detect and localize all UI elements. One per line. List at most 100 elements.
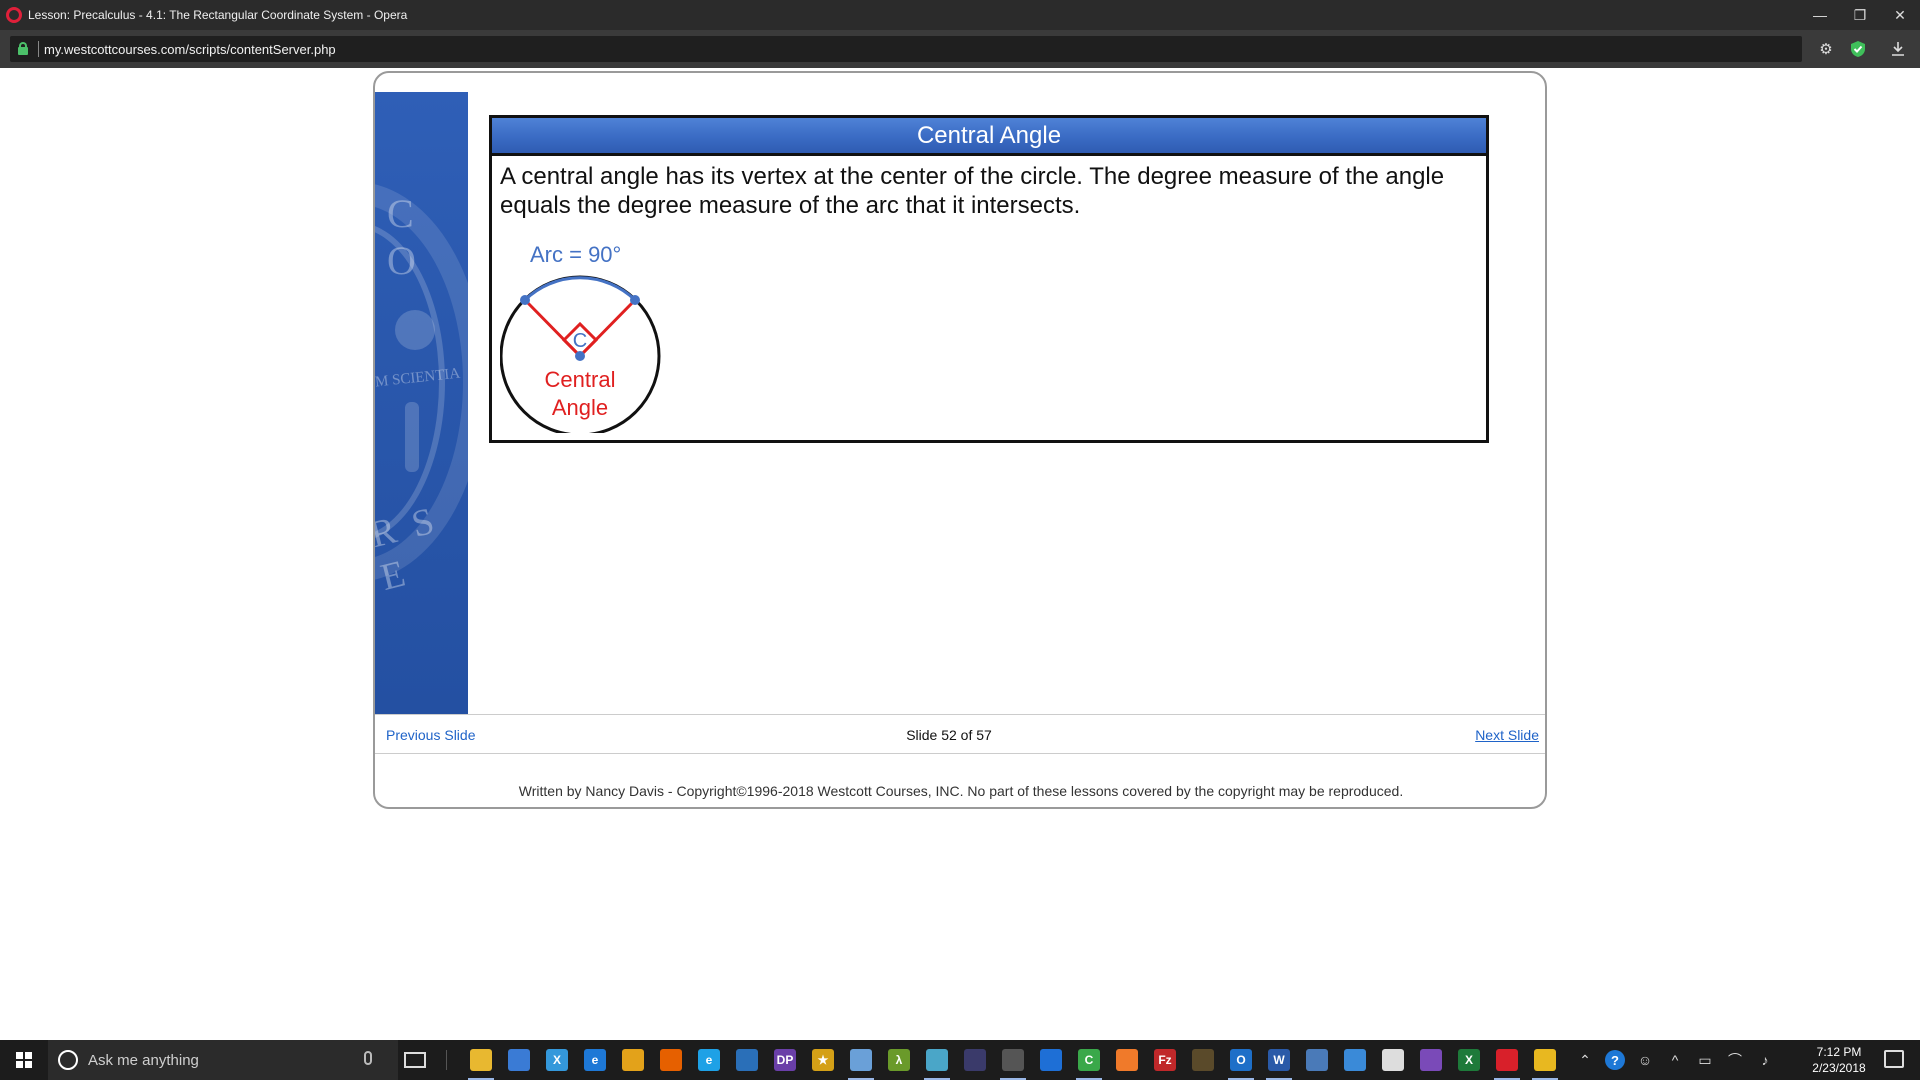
xamarin-taskbar-button[interactable]: X (538, 1040, 576, 1080)
chrome-icon (622, 1049, 644, 1071)
xampp-taskbar-button[interactable] (1108, 1040, 1146, 1080)
slide-navigation: Previous Slide Slide 52 of 57 Next Slide (375, 714, 1545, 754)
address-bar: my.westcottcourses.com/scripts/contentSe… (0, 30, 1920, 68)
next-slide-link[interactable]: Next Slide (1475, 727, 1539, 743)
sublime-icon (1192, 1049, 1214, 1071)
lock-icon (18, 42, 28, 55)
angle-label-line1: Central (545, 367, 616, 392)
opera-taskbar-button[interactable] (1488, 1040, 1526, 1080)
indie-app-icon (964, 1049, 986, 1071)
task-view-icon[interactable] (404, 1052, 426, 1068)
gear-icon[interactable]: ⚙ (1816, 39, 1836, 59)
search-placeholder: Ask me anything (88, 1052, 199, 1069)
seal-text-bottom: R S E (375, 499, 443, 599)
start-button[interactable] (0, 1040, 48, 1080)
url-field[interactable]: my.westcottcourses.com/scripts/contentSe… (10, 36, 1802, 62)
clock-date: 2/23/2018 (1812, 1061, 1866, 1075)
edge-taskbar-button[interactable]: e (576, 1040, 614, 1080)
sublime-taskbar-button[interactable] (1184, 1040, 1222, 1080)
microphone-icon[interactable] (364, 1051, 372, 1065)
notifications-icon[interactable] (1884, 1050, 1904, 1068)
center-point (575, 351, 585, 361)
visual-studio-taskbar-button[interactable] (1412, 1040, 1450, 1080)
download-icon[interactable] (1888, 39, 1908, 59)
outlook-taskbar-button[interactable]: O (1222, 1040, 1260, 1080)
volume-icon[interactable]: ♪ (1750, 1040, 1780, 1080)
minimize-button[interactable]: — (1800, 0, 1840, 30)
calculator-taskbar-button[interactable] (994, 1040, 1032, 1080)
clock[interactable]: 7:12 PM 2/23/2018 (1794, 1044, 1884, 1076)
indie-app-taskbar-button[interactable] (956, 1040, 994, 1080)
chrome-taskbar-button[interactable] (614, 1040, 652, 1080)
remote-desktop-taskbar-button[interactable] (1336, 1040, 1374, 1080)
excel-taskbar-button[interactable]: X (1450, 1040, 1488, 1080)
network-app-taskbar-button[interactable] (1298, 1040, 1336, 1080)
lambda-taskbar-button[interactable]: λ (880, 1040, 918, 1080)
star-app-taskbar-button[interactable]: ★ (804, 1040, 842, 1080)
powershell-taskbar-button[interactable] (728, 1040, 766, 1080)
system-tray: ⌃? ☺ ^ ▭ ⌒ ♪ (1570, 1040, 1780, 1080)
powershell-icon (736, 1049, 758, 1071)
arc-endpoint-right (630, 295, 640, 305)
camtasia-taskbar-button[interactable]: C (1070, 1040, 1108, 1080)
shield-icon[interactable] (1848, 39, 1868, 59)
slide-content-box: Central Angle A central angle has its ve… (489, 115, 1489, 443)
book-taskbar-button[interactable] (918, 1040, 956, 1080)
tray-expand-icon[interactable]: ^ (1660, 1040, 1690, 1080)
dp-taskbar-button[interactable]: DP (766, 1040, 804, 1080)
filezilla-taskbar-button[interactable]: Fz (1146, 1040, 1184, 1080)
firefox-taskbar-button[interactable] (652, 1040, 690, 1080)
minimize-icon: — (1813, 7, 1827, 23)
clock-time: 7:12 PM (1816, 1045, 1862, 1059)
battery-icon[interactable]: ▭ (1690, 1040, 1720, 1080)
slide-body-text: A central angle has its vertex at the ce… (500, 163, 1445, 219)
center-label: C (573, 330, 587, 352)
angle-label-line2: Angle (552, 395, 608, 420)
pinned-apps: Xe e DP ★ λ C Fz O W X (462, 1040, 1564, 1080)
mail-icon (1382, 1049, 1404, 1071)
outlook-icon: O (1230, 1049, 1252, 1071)
url-text[interactable]: my.westcottcourses.com/scripts/contentSe… (44, 42, 336, 57)
slides-app-taskbar-button[interactable] (1526, 1040, 1564, 1080)
remote-desktop-icon (1344, 1049, 1366, 1071)
ie-taskbar-button[interactable]: e (690, 1040, 728, 1080)
arc-endpoint-left (520, 295, 530, 305)
camtasia-icon: C (1078, 1049, 1100, 1071)
wifi-icon[interactable]: ⌒ (1720, 1040, 1750, 1080)
cortana-icon (58, 1050, 78, 1070)
seal-globe-icon (395, 310, 435, 350)
word-icon: W (1268, 1049, 1290, 1071)
mail-taskbar-button[interactable] (1374, 1040, 1412, 1080)
opera-logo-icon (6, 7, 22, 23)
slides-app-icon (1534, 1049, 1556, 1071)
restore-button[interactable]: ❐ (1840, 0, 1880, 30)
chevron-up-icon[interactable]: ⌃ (1570, 1040, 1600, 1080)
taskbar-search[interactable]: Ask me anything (48, 1040, 398, 1080)
paint-taskbar-button[interactable] (842, 1040, 880, 1080)
store-icon (508, 1049, 530, 1071)
word-taskbar-button[interactable]: W (1260, 1040, 1298, 1080)
dp-icon: DP (774, 1049, 796, 1071)
arc-90 (523, 276, 637, 302)
calculator-icon (1002, 1049, 1024, 1071)
xamarin-icon: X (546, 1049, 568, 1071)
teamviewer-taskbar-button[interactable] (1032, 1040, 1070, 1080)
file-explorer-taskbar-button[interactable] (462, 1040, 500, 1080)
people-icon[interactable]: ☺ (1630, 1040, 1660, 1080)
xampp-icon (1116, 1049, 1138, 1071)
network-app-icon (1306, 1049, 1328, 1071)
taskbar: Ask me anything Xe e DP ★ λ C Fz O W X ⌃? ☺ ^ ▭ ⌒ ♪ 7:… (0, 1040, 1920, 1080)
restore-icon: ❐ (1853, 6, 1867, 23)
lambda-icon: λ (888, 1049, 910, 1071)
close-button[interactable]: ✕ (1880, 0, 1920, 30)
help-icon[interactable]: ? (1600, 1040, 1630, 1080)
close-icon: ✕ (1894, 6, 1906, 23)
paint-icon (850, 1049, 872, 1071)
copyright-notice: Written by Nancy Davis - Copyright©1996-… (518, 783, 1404, 799)
firefox-icon (660, 1049, 682, 1071)
star-app-icon: ★ (812, 1049, 834, 1071)
slide-counter: Slide 52 of 57 (906, 727, 992, 743)
taskbar-separator (446, 1050, 447, 1070)
store-taskbar-button[interactable] (500, 1040, 538, 1080)
school-seal-banner: C O M SCIENTIA R S E (375, 92, 468, 714)
